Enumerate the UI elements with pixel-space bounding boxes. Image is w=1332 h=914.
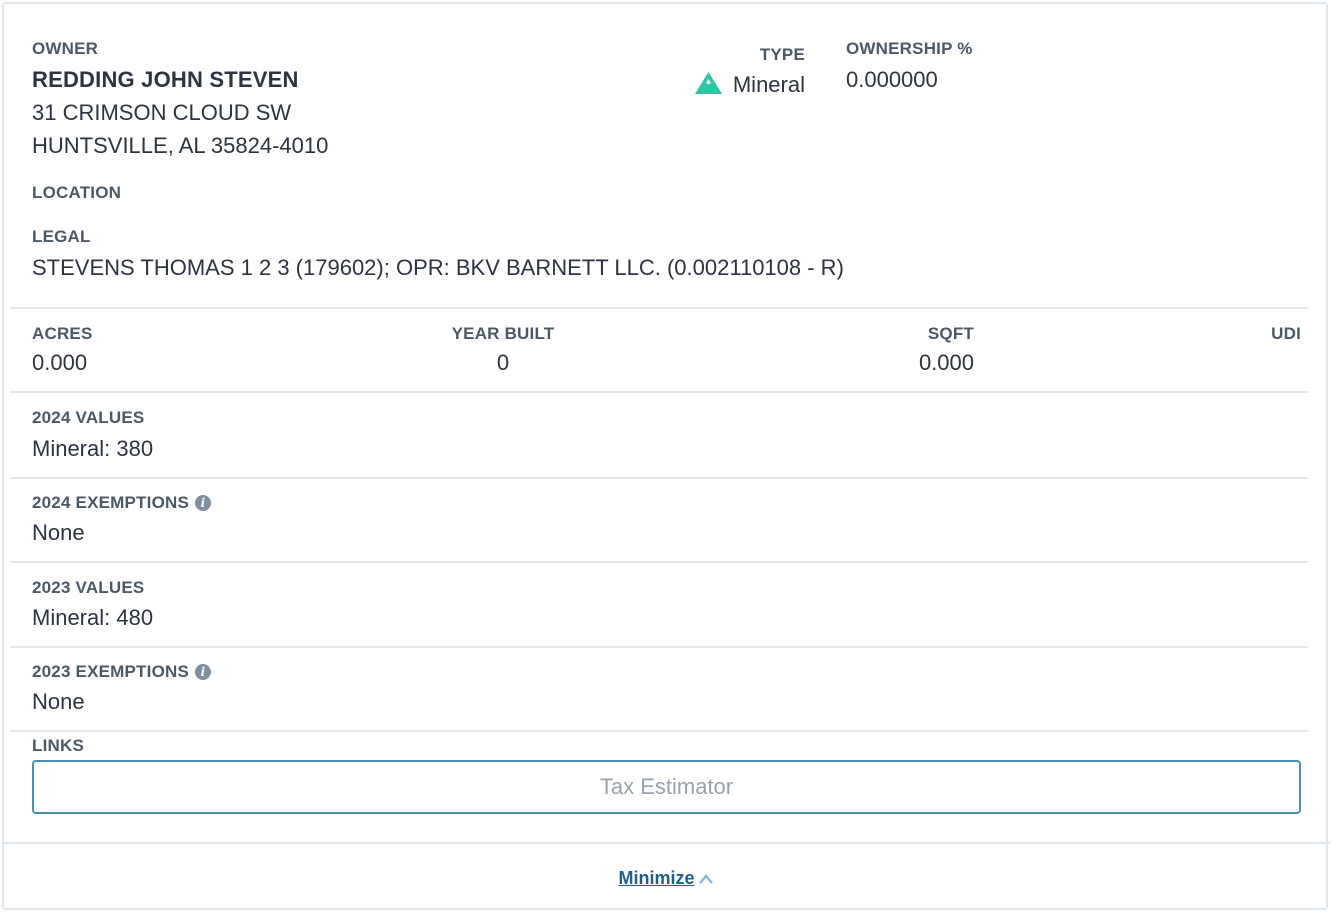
type-label: TYPE [759, 45, 805, 64]
section-divider [10, 391, 1308, 393]
ownership-label: OWNERSHIP % [846, 39, 973, 58]
owner-address-line2: HUNTSVILLE, AL 35824-4010 [32, 133, 329, 158]
exemptions-2023-value: None [32, 689, 85, 714]
owner-address-line1: 31 CRIMSON CLOUD SW [32, 100, 292, 125]
exemptions-2024-row: 2024 EXEMPTIONS i [32, 493, 212, 513]
acres-value: 0.000 [32, 350, 88, 375]
section-divider [10, 646, 1308, 648]
mineral-mountain-icon [694, 71, 723, 101]
owner-label: OWNER [32, 39, 99, 58]
values-2023-label: 2023 VALUES [32, 578, 145, 597]
owner-name: REDDING JOHN STEVEN [32, 67, 299, 92]
section-divider [10, 561, 1308, 563]
sqft-value: 0.000 [918, 350, 974, 375]
info-icon[interactable]: i [195, 664, 212, 680]
type-value: Mineral [732, 72, 805, 97]
year-built-value: 0 [496, 350, 510, 375]
sqft-label: SQFT [927, 324, 974, 343]
ownership-value: 0.000000 [846, 67, 938, 92]
links-label: LINKS [32, 736, 84, 755]
values-2023-value: Mineral: 480 [32, 605, 154, 630]
minimize-label: Minimize [618, 868, 695, 888]
section-divider [10, 730, 1308, 732]
type-value-row: Mineral [694, 71, 805, 101]
tax-estimator-label: Tax Estimator [599, 774, 734, 799]
exemptions-2023-label: 2023 EXEMPTIONS [32, 662, 190, 681]
location-label: LOCATION [32, 183, 122, 202]
values-2024-label: 2024 VALUES [32, 408, 145, 427]
tax-estimator-button[interactable]: Tax Estimator [32, 760, 1301, 814]
values-2024-value: Mineral: 380 [32, 436, 154, 461]
legal-label: LEGAL [32, 227, 91, 246]
exemptions-2024-value: None [32, 520, 85, 545]
chevron-up-icon [695, 868, 714, 888]
minimize-button[interactable]: Minimize [0, 868, 1332, 889]
exemptions-2023-row: 2023 EXEMPTIONS i [32, 662, 212, 682]
section-divider [10, 477, 1308, 479]
acres-label: ACRES [32, 324, 93, 343]
udi-label: UDI [1271, 324, 1301, 343]
exemptions-2024-label: 2024 EXEMPTIONS [32, 493, 190, 512]
section-divider [10, 307, 1308, 309]
legal-value: STEVENS THOMAS 1 2 3 (179602); OPR: BKV … [32, 255, 844, 280]
year-built-label: YEAR BUILT [451, 324, 555, 343]
info-icon[interactable]: i [195, 495, 212, 511]
footer-divider [2, 842, 1330, 844]
